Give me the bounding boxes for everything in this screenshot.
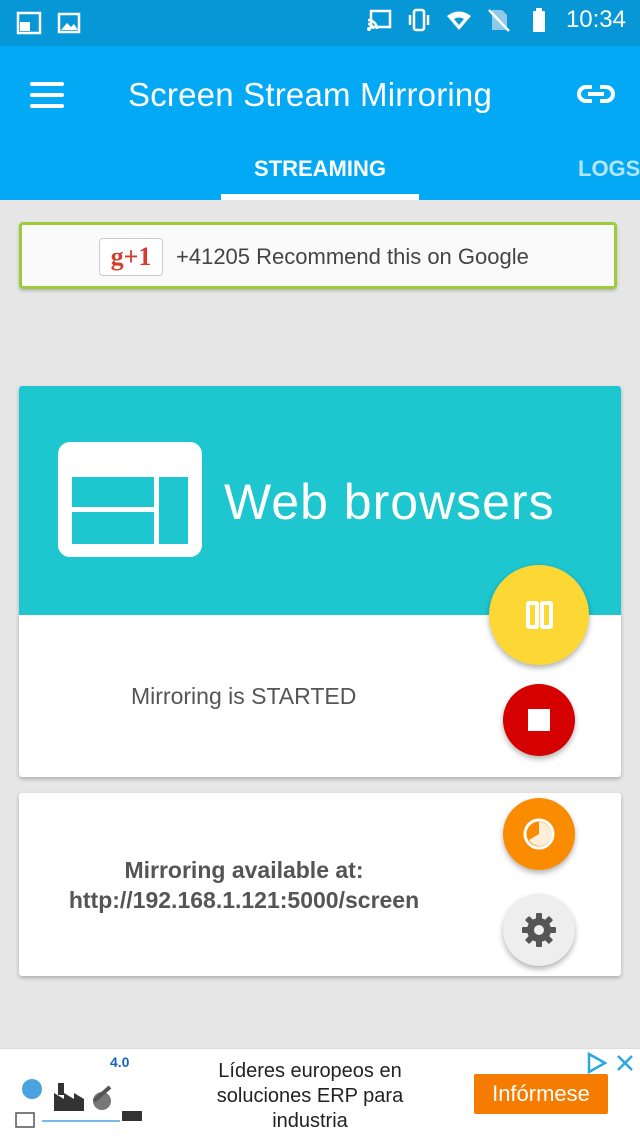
cast-icon	[366, 9, 392, 31]
tab-logs[interactable]: LOGS	[578, 156, 640, 182]
ad-text-line-1: Líderes europeos en	[218, 1060, 402, 1082]
battery-icon	[532, 8, 545, 32]
screenshot-icon	[16, 11, 42, 35]
status-bar: 10:34	[0, 0, 640, 46]
tab-streaming[interactable]: STREAMING	[221, 156, 419, 182]
timer-button[interactable]	[503, 798, 575, 870]
stop-button[interactable]	[503, 684, 575, 756]
ad-choices-icon[interactable]	[585, 1052, 609, 1074]
ad-banner[interactable]: 4.0 Líderes europeos en soluciones ERP p…	[0, 1048, 640, 1139]
app-bar: Screen Stream Mirroring STREAMING LOGS	[0, 46, 640, 200]
no-sim-icon	[488, 9, 510, 32]
hero-title: Web browsers	[224, 474, 555, 530]
ad-text: Líderes europeos en soluciones ERP para …	[170, 1059, 450, 1134]
browser-window-icon	[58, 442, 202, 557]
recommend-text: +41205 Recommend this on Google	[176, 244, 529, 269]
ad-industry-image: 4.0	[2, 1051, 152, 1137]
pause-icon	[526, 601, 553, 629]
link-icon[interactable]	[576, 79, 616, 109]
status-bar-left	[16, 10, 82, 36]
ad-cta-button[interactable]: Infórmese	[474, 1074, 608, 1114]
google-plus-recommend-card[interactable]: g+1 +41205 Recommend this on Google	[19, 222, 617, 289]
ad-text-line-2: soluciones ERP para	[216, 1085, 404, 1107]
ad-text-line-3: industria	[272, 1110, 348, 1132]
ad-image-label: 4.0	[110, 1054, 130, 1070]
wifi-icon	[446, 11, 471, 30]
mirroring-card: Web browsers Mirroring is STARTED	[19, 386, 621, 777]
settings-button[interactable]	[503, 894, 575, 966]
timer-icon	[523, 818, 555, 850]
availability-label: Mirroring available at:	[124, 857, 364, 883]
status-time: 10:34	[565, 6, 626, 33]
close-icon[interactable]	[614, 1052, 636, 1074]
mirroring-status: Mirroring is STARTED	[131, 683, 357, 709]
gear-icon	[522, 913, 556, 947]
stream-url[interactable]: http://192.168.1.121:5000/screen	[19, 887, 469, 914]
app-title: Screen Stream Mirroring	[128, 76, 493, 113]
address-card: Mirroring available at: http://192.168.1…	[19, 793, 621, 976]
status-bar-right: 10:34	[366, 6, 626, 34]
image-icon	[57, 12, 81, 34]
google-plus-one-button[interactable]: g+1	[99, 238, 163, 276]
tab-indicator	[221, 194, 419, 200]
hamburger-menu-icon[interactable]	[30, 82, 68, 112]
vibrate-icon	[408, 8, 430, 32]
stop-icon	[528, 709, 550, 731]
pause-button[interactable]	[489, 565, 589, 665]
